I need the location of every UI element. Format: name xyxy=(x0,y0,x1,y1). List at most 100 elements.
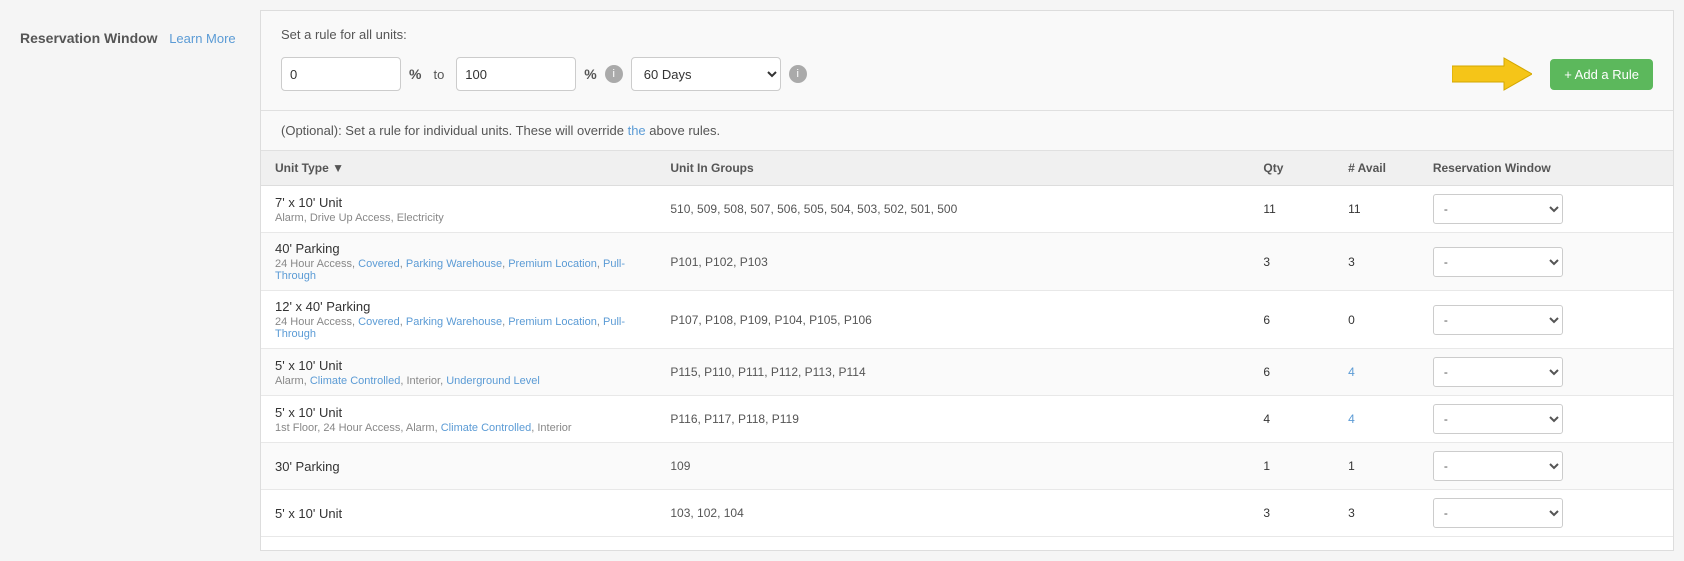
table-row: 5' x 10' Unit Alarm, Climate Controlled, … xyxy=(261,349,1673,396)
unit-type-features: 24 Hour Access, Covered, Parking Warehou… xyxy=(275,258,642,282)
qty-cell: 3 xyxy=(1249,490,1334,537)
days-select[interactable]: 60 Days 30 Days 90 Days 120 Days No Limi… xyxy=(631,57,781,91)
units-in-groups-cell: P116, P117, P118, P119 xyxy=(656,396,1249,443)
avail-cell: 4 xyxy=(1334,396,1419,443)
rule-controls: % to % i 60 Days 30 Days 90 Days 120 Day… xyxy=(281,54,1653,94)
arrow-container xyxy=(1452,54,1532,94)
unit-type-name: 5' x 10' Unit xyxy=(275,358,642,373)
table-row: 5' x 10' Unit 1st Floor, 24 Hour Access, … xyxy=(261,396,1673,443)
res-window-cell[interactable]: - xyxy=(1419,490,1673,537)
units-in-groups-cell: P107, P108, P109, P104, P105, P106 xyxy=(656,291,1249,349)
col-header-qty: Qty xyxy=(1249,151,1334,186)
res-window-cell[interactable]: - xyxy=(1419,291,1673,349)
qty-cell: 1 xyxy=(1249,443,1334,490)
table-row: 12' x 40' Parking 24 Hour Access, Covered… xyxy=(261,291,1673,349)
main-content: Set a rule for all units: % to % i 60 Da… xyxy=(260,10,1674,551)
feature-link[interactable]: Parking Warehouse xyxy=(406,258,502,270)
unit-type-cell: 5' x 10' Unit Alarm, Climate Controlled, … xyxy=(261,349,656,396)
unit-type-cell: 40' Parking 24 Hour Access, Covered, Park… xyxy=(261,233,656,291)
table-body: 7' x 10' Unit Alarm, Drive Up Access, Ele… xyxy=(261,186,1673,537)
qty-cell: 6 xyxy=(1249,291,1334,349)
unit-type-name: 5' x 10' Unit xyxy=(275,506,642,521)
unit-type-features: Alarm, Drive Up Access, Electricity xyxy=(275,212,642,224)
add-rule-button[interactable]: + Add a Rule xyxy=(1550,59,1653,90)
unit-type-name: 30' Parking xyxy=(275,459,642,474)
sort-arrow-icon: ▼ xyxy=(332,161,344,175)
avail-cell: 3 xyxy=(1334,233,1419,291)
table-header-row: Unit Type ▼ Unit In Groups Qty # Avail R… xyxy=(261,151,1673,186)
res-window-select[interactable]: - xyxy=(1433,404,1563,434)
res-window-select[interactable]: - xyxy=(1433,305,1563,335)
learn-more-link[interactable]: Learn More xyxy=(169,31,235,46)
col-header-res-window: Reservation Window xyxy=(1419,151,1673,186)
left-panel: Reservation Window Learn More xyxy=(0,0,260,561)
unit-type-features: Alarm, Climate Controlled, Interior, Und… xyxy=(275,375,642,387)
left-panel-title: Reservation Window xyxy=(20,30,158,46)
unit-type-features: 1st Floor, 24 Hour Access, Alarm, Climat… xyxy=(275,422,642,434)
res-window-select[interactable]: - xyxy=(1433,247,1563,277)
rule-label: Set a rule for all units: xyxy=(281,27,1653,42)
units-in-groups-cell: P115, P110, P111, P112, P113, P114 xyxy=(656,349,1249,396)
unit-type-cell: 5' x 10' Unit xyxy=(261,490,656,537)
res-window-select[interactable]: - xyxy=(1433,357,1563,387)
unit-type-name: 5' x 10' Unit xyxy=(275,405,642,420)
res-window-cell[interactable]: - xyxy=(1419,396,1673,443)
unit-type-features: 24 Hour Access, Covered, Parking Warehou… xyxy=(275,316,642,340)
optional-section: (Optional): Set a rule for individual un… xyxy=(261,111,1673,151)
res-window-cell[interactable]: - xyxy=(1419,186,1673,233)
feature-link[interactable]: Premium Location xyxy=(508,258,597,270)
unit-type-name: 7' x 10' Unit xyxy=(275,195,642,210)
table-row: 5' x 10' Unit103, 102, 10433- xyxy=(261,490,1673,537)
units-in-groups-cell: P101, P102, P103 xyxy=(656,233,1249,291)
avail-cell: 1 xyxy=(1334,443,1419,490)
unit-type-cell: 5' x 10' Unit 1st Floor, 24 Hour Access, … xyxy=(261,396,656,443)
unit-type-cell: 12' x 40' Parking 24 Hour Access, Covered… xyxy=(261,291,656,349)
feature-link[interactable]: Climate Controlled xyxy=(441,422,531,434)
units-in-groups-cell: 510, 509, 508, 507, 506, 505, 504, 503, … xyxy=(656,186,1249,233)
col-header-unit-type[interactable]: Unit Type ▼ xyxy=(261,151,656,186)
units-in-groups-cell: 103, 102, 104 xyxy=(656,490,1249,537)
the-link[interactable]: the xyxy=(628,123,646,138)
to-label: to xyxy=(433,67,444,82)
from-value-input[interactable] xyxy=(281,57,401,91)
units-in-groups-cell: 109 xyxy=(656,443,1249,490)
qty-cell: 11 xyxy=(1249,186,1334,233)
optional-text: (Optional): Set a rule for individual un… xyxy=(281,123,720,138)
avail-cell: 4 xyxy=(1334,349,1419,396)
unit-type-cell: 30' Parking xyxy=(261,443,656,490)
col-header-unit-in-groups: Unit In Groups xyxy=(656,151,1249,186)
unit-type-name: 12' x 40' Parking xyxy=(275,299,642,314)
to-value-input[interactable] xyxy=(456,57,576,91)
feature-link[interactable]: Parking Warehouse xyxy=(406,316,502,328)
feature-link[interactable]: Underground Level xyxy=(446,375,540,387)
avail-cell: 0 xyxy=(1334,291,1419,349)
feature-link[interactable]: Covered xyxy=(358,316,400,328)
qty-cell: 3 xyxy=(1249,233,1334,291)
avail-cell: 3 xyxy=(1334,490,1419,537)
res-window-cell[interactable]: - xyxy=(1419,349,1673,396)
qty-cell: 6 xyxy=(1249,349,1334,396)
table-row: 30' Parking10911- xyxy=(261,443,1673,490)
pct2-label: % xyxy=(584,66,596,82)
res-window-select[interactable]: - xyxy=(1433,498,1563,528)
res-window-select[interactable]: - xyxy=(1433,194,1563,224)
rule-section: Set a rule for all units: % to % i 60 Da… xyxy=(261,11,1673,111)
units-table: Unit Type ▼ Unit In Groups Qty # Avail R… xyxy=(261,151,1673,537)
table-row: 7' x 10' Unit Alarm, Drive Up Access, Ele… xyxy=(261,186,1673,233)
col-header-avail: # Avail xyxy=(1334,151,1419,186)
page-wrapper: Reservation Window Learn More Set a rule… xyxy=(0,0,1684,561)
feature-link[interactable]: Covered xyxy=(358,258,400,270)
days-info-icon[interactable]: i xyxy=(789,65,807,83)
arrow-icon xyxy=(1452,54,1532,94)
pct-info-icon[interactable]: i xyxy=(605,65,623,83)
res-window-cell[interactable]: - xyxy=(1419,443,1673,490)
res-window-select[interactable]: - xyxy=(1433,451,1563,481)
unit-type-name: 40' Parking xyxy=(275,241,642,256)
table-row: 40' Parking 24 Hour Access, Covered, Park… xyxy=(261,233,1673,291)
feature-link[interactable]: Climate Controlled xyxy=(310,375,400,387)
table-wrapper: Unit Type ▼ Unit In Groups Qty # Avail R… xyxy=(261,151,1673,537)
unit-type-cell: 7' x 10' Unit Alarm, Drive Up Access, Ele… xyxy=(261,186,656,233)
qty-cell: 4 xyxy=(1249,396,1334,443)
res-window-cell[interactable]: - xyxy=(1419,233,1673,291)
feature-link[interactable]: Premium Location xyxy=(508,316,597,328)
